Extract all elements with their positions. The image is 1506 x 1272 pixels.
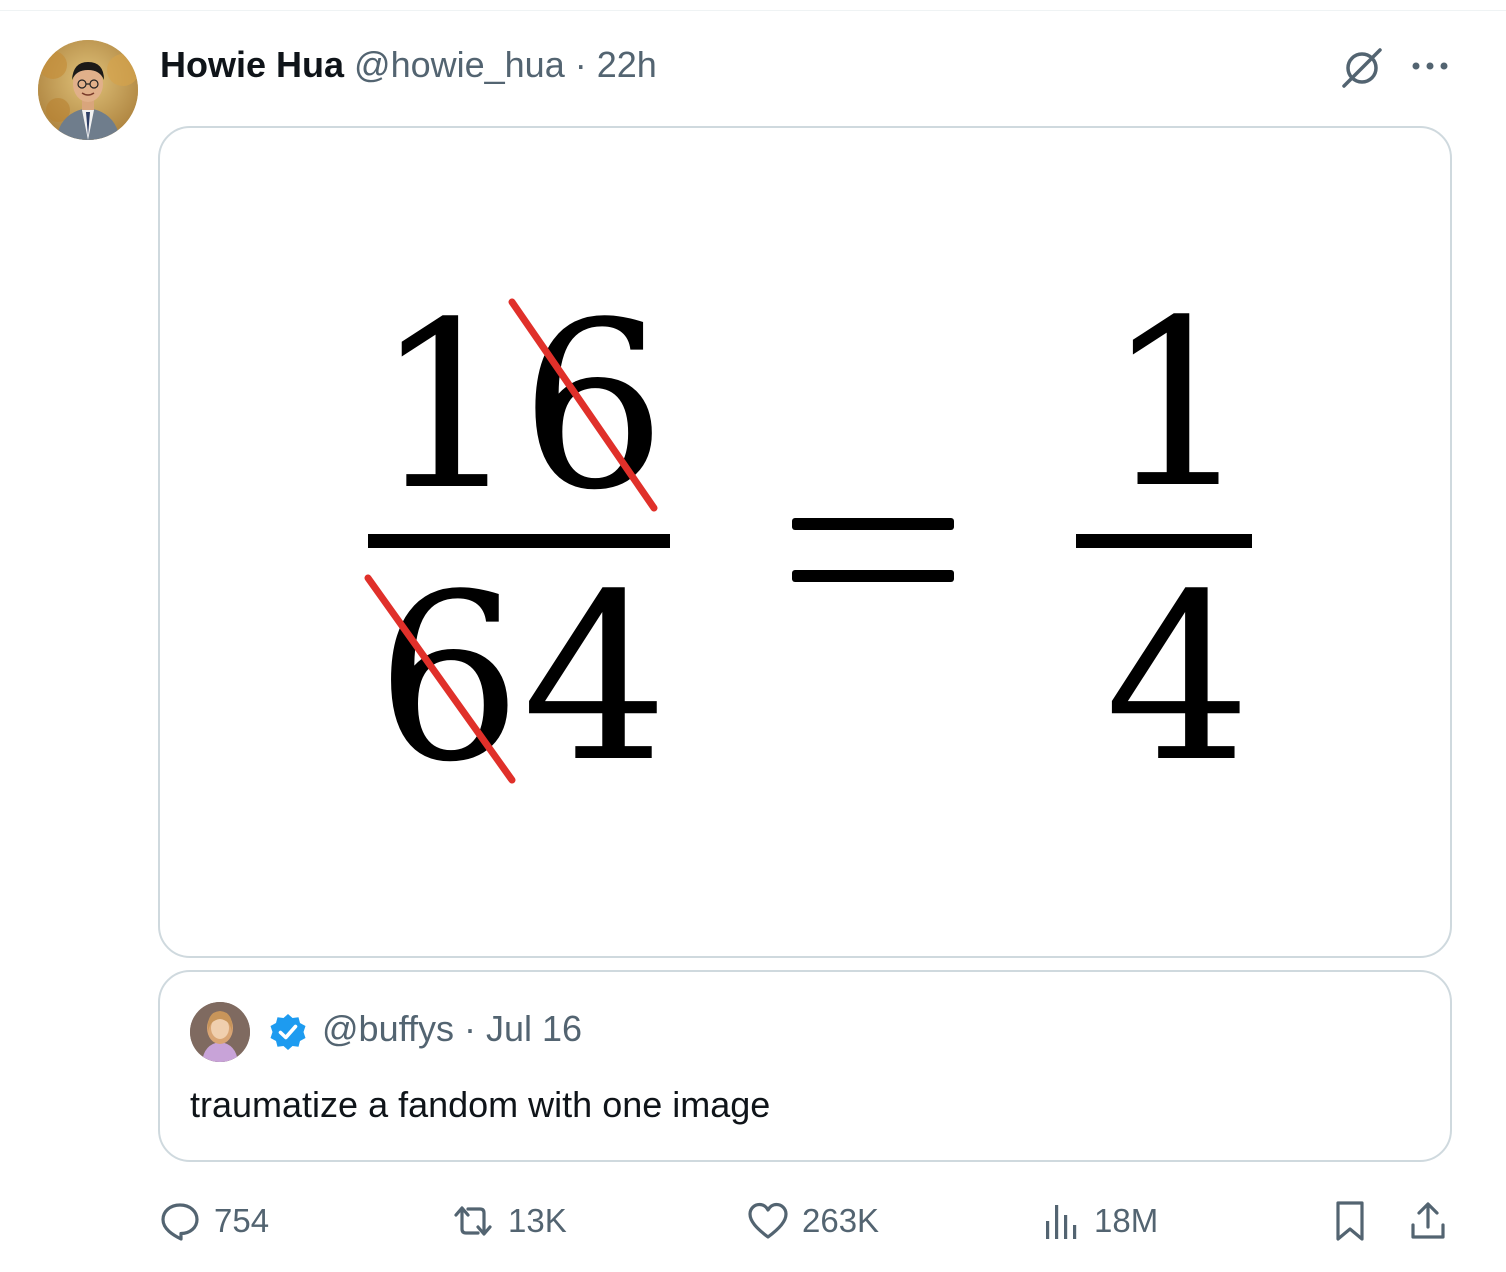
author-avatar-image — [38, 40, 138, 140]
equals-bar-top — [792, 518, 954, 530]
views-icon — [1046, 1205, 1077, 1239]
quoted-separator: · — [463, 1008, 476, 1049]
repost-count: 13K — [508, 1202, 567, 1239]
right-fraction-bar — [1076, 534, 1252, 548]
quoted-avatar[interactable] — [190, 1002, 250, 1062]
grok-icon[interactable] — [1338, 46, 1386, 90]
author-avatar[interactable] — [38, 40, 138, 140]
equals-bar-bottom — [792, 570, 954, 582]
tweet-timestamp[interactable]: 22h — [597, 44, 657, 86]
tweet-media-image[interactable]: 16 64 1 4 — [158, 126, 1452, 958]
right-denominator: 4 — [1105, 546, 1251, 813]
quoted-tweet[interactable]: @buffys · Jul 16 traumatize a fandom wit… — [158, 970, 1452, 1162]
like-count: 263K — [802, 1202, 880, 1239]
bookmark-icon — [1336, 1201, 1364, 1241]
repost-button[interactable]: 13K — [450, 1196, 567, 1246]
author-handle[interactable]: @howie_hua — [354, 44, 565, 86]
repost-icon — [454, 1206, 492, 1236]
share-button[interactable] — [1408, 1196, 1448, 1246]
quoted-header: @buffys · Jul 16 — [322, 1008, 582, 1050]
like-button[interactable]: 263K — [746, 1196, 879, 1246]
quoted-date[interactable]: Jul 16 — [486, 1008, 582, 1049]
quoted-handle[interactable]: @buffys — [322, 1008, 454, 1049]
action-bar: 754 13K 263K 18M — [158, 1196, 1452, 1246]
like-icon — [748, 1202, 788, 1239]
reply-count: 754 — [214, 1202, 270, 1239]
share-icon — [1411, 1202, 1445, 1239]
more-icon[interactable] — [1408, 52, 1452, 80]
left-denominator: 64 — [376, 546, 669, 813]
author-display-name[interactable]: Howie Hua — [160, 44, 344, 86]
quoted-avatar-image — [190, 1002, 250, 1062]
views-count: 18M — [1094, 1202, 1159, 1239]
right-numerator: 1 — [1105, 272, 1251, 539]
header-separator: · — [574, 44, 587, 85]
quoted-text: traumatize a fandom with one image — [190, 1084, 771, 1125]
reply-icon — [161, 1203, 199, 1241]
bookmark-button[interactable] — [1330, 1196, 1370, 1246]
views-button[interactable]: 18M — [1042, 1196, 1158, 1246]
tweet-header: Howie Hua @howie_hua · 22h — [160, 40, 657, 90]
top-divider — [0, 0, 1506, 11]
fraction-image: 16 64 1 4 — [364, 272, 1252, 813]
reply-button[interactable]: 754 — [158, 1196, 269, 1246]
left-fraction-bar — [368, 534, 670, 548]
verified-icon — [270, 1014, 306, 1050]
